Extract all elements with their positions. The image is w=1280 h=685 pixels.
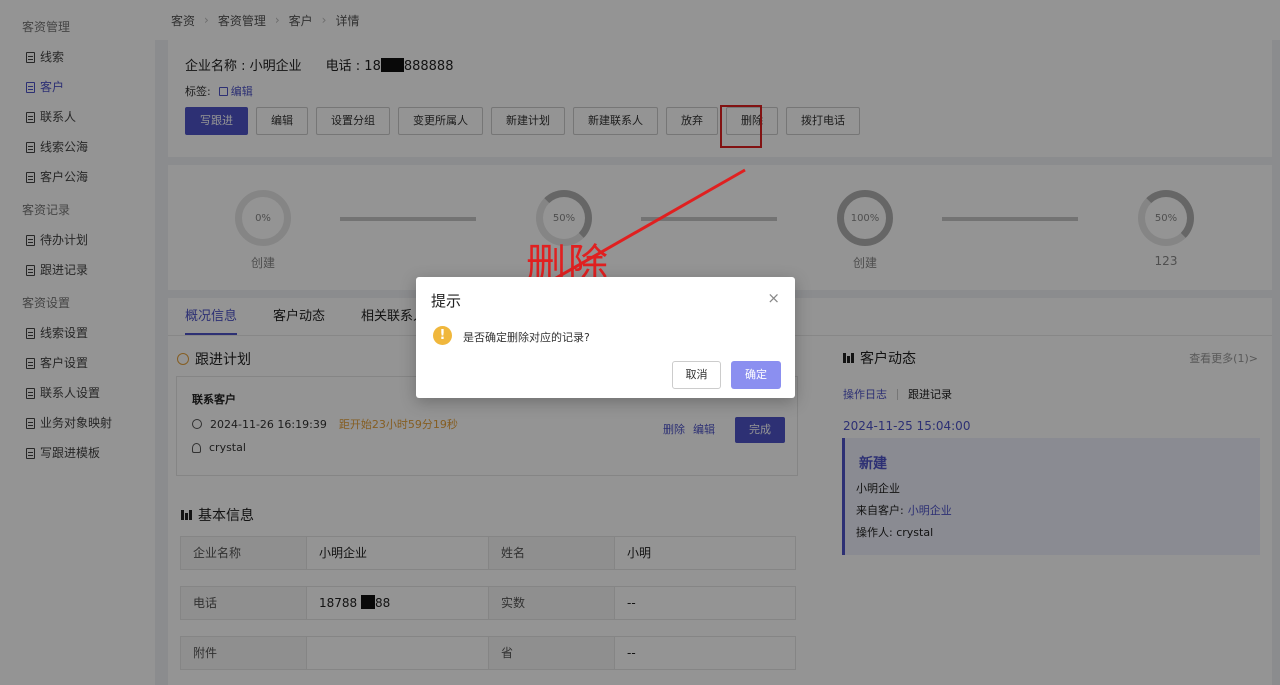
dialog-title: 提示 bbox=[431, 292, 462, 310]
dialog-message: 是否确定删除对应的记录? bbox=[463, 331, 590, 344]
confirm-button[interactable]: 确定 bbox=[731, 361, 781, 389]
close-icon[interactable]: × bbox=[767, 289, 780, 307]
cancel-button[interactable]: 取消 bbox=[672, 361, 721, 389]
warning-icon: ! bbox=[433, 326, 452, 345]
confirm-dialog: 提示 × ! 是否确定删除对应的记录? 取消 确定 bbox=[416, 277, 795, 398]
